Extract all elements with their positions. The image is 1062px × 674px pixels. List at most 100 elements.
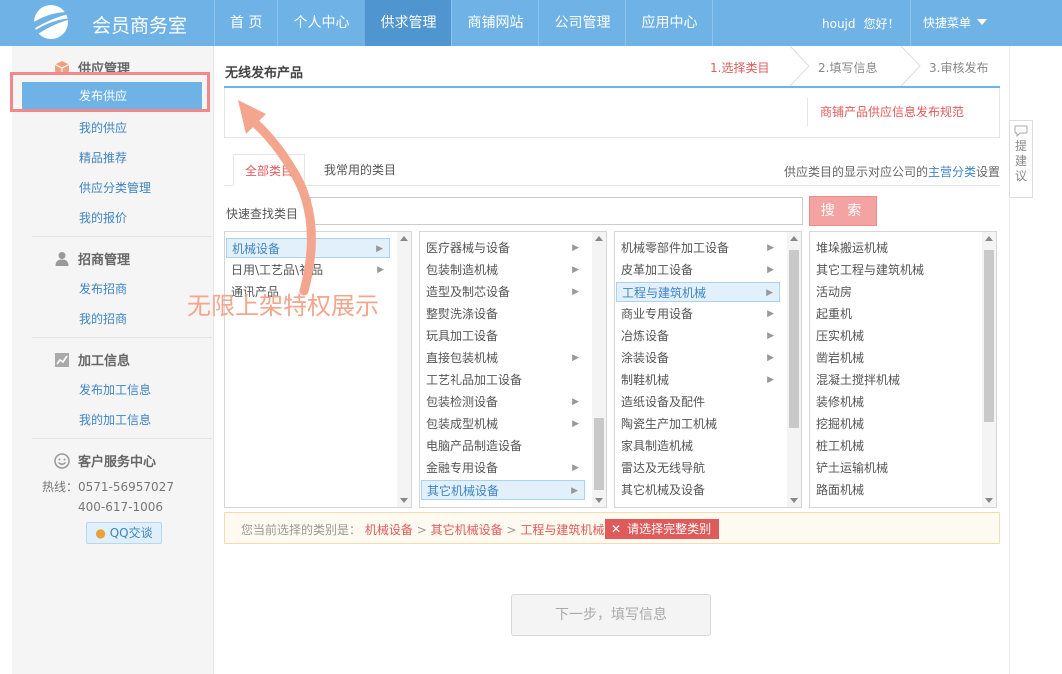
nav-app-center[interactable]: 应用中心 — [625, 0, 712, 46]
greeting-text: 您好！ — [863, 17, 900, 31]
list-item[interactable]: 压实机械 — [811, 326, 975, 346]
list-item[interactable]: 整熨洗涤设备 — [421, 304, 585, 324]
sidebar-item-my-quotes[interactable]: 我的报价 — [12, 209, 214, 226]
list-item[interactable]: 医疗器械与设备 ▶ — [421, 238, 585, 258]
scrollbar-thumb[interactable] — [594, 418, 604, 490]
nav-company-management[interactable]: 公司管理 — [538, 0, 625, 46]
list-item[interactable]: 其它机械设备 ▶ — [421, 480, 585, 500]
tab-all-categories[interactable]: 全部类目 — [233, 154, 305, 186]
suggest-label: 提建议 — [1015, 139, 1028, 183]
category-column-2[interactable]: 医疗器械与设备 ▶ 包装制造机械 ▶ 造型及制芯设备 ▶ 整熨洗涤设备 玩具加工设备 … — [419, 231, 607, 508]
scroll-up-icon[interactable] — [985, 236, 993, 241]
sidebar-item-publish-invest[interactable]: 发布招商 — [12, 280, 214, 297]
list-item[interactable]: 凿岩机械 — [811, 348, 975, 368]
list-item[interactable]: 日用\工艺品\礼品 ▶ — [226, 260, 390, 280]
sidebar-item-featured[interactable]: 精品推荐 — [12, 149, 214, 166]
list-item[interactable]: 包装检测设备 ▶ — [421, 392, 585, 412]
scrollbar-thumb[interactable] — [984, 250, 994, 422]
list-item[interactable]: 冶炼设备 ▶ — [616, 326, 780, 346]
sidebar-item-supply-category[interactable]: 供应分类管理 — [12, 179, 214, 196]
nav-home[interactable]: 首 页 — [214, 0, 277, 46]
list-item[interactable]: 造纸设备及配件 — [616, 392, 780, 412]
path-item[interactable]: 工程与建筑机械 — [520, 523, 604, 537]
user-greeting: houjd 您好！ — [822, 15, 900, 32]
list-item[interactable]: 工艺礼品加工设备 — [421, 370, 585, 390]
list-item[interactable]: 雷达及无线导航 — [616, 458, 780, 478]
scrollbar[interactable] — [592, 232, 606, 507]
chevron-right-icon: ▶ — [572, 353, 579, 363]
list-item-label: 金融专用设备 — [426, 461, 499, 475]
publish-rules-link[interactable]: 商铺产品供应信息发布规范 — [807, 98, 964, 126]
scroll-up-icon[interactable] — [790, 236, 798, 241]
sidebar-item-publish-process[interactable]: 发布加工信息 — [12, 381, 214, 398]
chevron-right-icon: ▶ — [572, 463, 579, 473]
category-column-3[interactable]: 机械零部件加工设备 ▶ 皮革加工设备 ▶ 工程与建筑机械 ▶ 商业专用设备 ▶ 冶炼设备… — [614, 231, 802, 508]
list-item[interactable]: 起重机 — [811, 304, 975, 324]
list-item[interactable]: 家具制造机械 — [616, 436, 780, 456]
step-review-publish: 3.审核发布 — [929, 61, 989, 75]
main-category-link[interactable]: 主营分类 — [928, 165, 976, 179]
suggest-button[interactable]: 提建议 — [1009, 120, 1033, 198]
scroll-up-icon[interactable] — [595, 236, 603, 241]
chevron-right-icon: ▶ — [376, 244, 383, 254]
scrollbar[interactable] — [982, 232, 996, 507]
list-item[interactable]: 铲土运输机械 — [811, 458, 975, 478]
list-item[interactable]: 包装成型机械 ▶ — [421, 414, 585, 434]
qq-chat-button[interactable]: ● QQ交谈 — [86, 522, 162, 544]
list-item[interactable]: 路面机械 — [811, 480, 975, 500]
sidebar-section-title: 客户服务中心 — [78, 455, 157, 470]
incomplete-category-warning: ✕ 请选择完整类别 — [605, 519, 720, 539]
scroll-up-icon[interactable] — [400, 236, 408, 241]
scroll-down-icon[interactable] — [985, 498, 993, 503]
list-item[interactable]: 直接包装机械 ▶ — [421, 348, 585, 368]
list-item[interactable]: 混凝土搅拌机械 — [811, 370, 975, 390]
scroll-down-icon[interactable] — [595, 498, 603, 503]
list-item[interactable]: 陶瓷生产加工机械 — [616, 414, 780, 434]
list-item[interactable]: 挖掘机械 — [811, 414, 975, 434]
category-column-4[interactable]: 堆垛搬运机械 其它工程与建筑机械 活动房 起重机 压实机械 凿岩机械 混凝土搅拌… — [809, 231, 997, 508]
annotation-text: 无限上架特权展示 — [187, 292, 379, 320]
list-item[interactable]: 包装制造机械 ▶ — [421, 260, 585, 280]
list-item[interactable]: 其它工程与建筑机械 — [811, 260, 975, 280]
list-item[interactable]: 商业专用设备 ▶ — [616, 304, 780, 324]
list-item[interactable]: 涂装设备 ▶ — [616, 348, 780, 368]
list-item[interactable]: 活动房 — [811, 282, 975, 302]
speech-bubble-icon — [1014, 125, 1028, 137]
list-item[interactable]: 制鞋机械 ▶ — [616, 370, 780, 390]
nav-supply-management[interactable]: 供求管理 — [364, 0, 452, 46]
next-step-button[interactable]: 下一步，填写信息 — [511, 594, 711, 636]
list-item[interactable]: 其它机械及设备 — [616, 480, 780, 500]
sidebar-item-my-supply[interactable]: 我的供应 — [12, 119, 214, 136]
category-column-1[interactable]: 机械设备 ▶ 日用\工艺品\礼品 ▶ 通讯产品 — [224, 231, 412, 508]
nav-personal-center[interactable]: 个人中心 — [277, 0, 364, 46]
list-item[interactable]: 桩工机械 — [811, 436, 975, 456]
scrollbar[interactable] — [397, 232, 411, 507]
list-item[interactable]: 装修机械 — [811, 392, 975, 412]
list-item[interactable]: 电脑产品制造设备 — [421, 436, 585, 456]
scrollbar-thumb[interactable] — [789, 250, 799, 428]
close-icon: ✕ — [611, 522, 622, 536]
list-item[interactable]: 机械零部件加工设备 ▶ — [616, 238, 780, 258]
sidebar-section-title: 供应管理 — [78, 62, 131, 77]
sidebar-item-publish-supply[interactable]: 发布供应 — [22, 82, 202, 110]
scrollbar[interactable] — [787, 232, 801, 507]
sidebar-item-my-process[interactable]: 我的加工信息 — [12, 411, 214, 428]
list-item[interactable]: 金融专用设备 ▶ — [421, 458, 585, 478]
list-item[interactable]: 堆垛搬运机械 — [811, 238, 975, 258]
list-item[interactable]: 机械设备 ▶ — [226, 238, 390, 258]
nav-shop-website[interactable]: 商铺网站 — [451, 0, 538, 46]
quick-menu[interactable]: 快捷菜单 — [910, 0, 1020, 46]
list-item[interactable]: 工程与建筑机械 ▶ — [616, 282, 780, 302]
list-item[interactable]: 皮革加工设备 ▶ — [616, 260, 780, 280]
tab-common-categories[interactable]: 我常用的类目 — [316, 154, 404, 186]
sidebar-item-my-invest[interactable]: 我的招商 — [12, 310, 214, 327]
path-item[interactable]: 其它机械设备 — [431, 523, 503, 537]
path-item[interactable]: 机械设备 — [365, 523, 413, 537]
scroll-down-icon[interactable] — [400, 498, 408, 503]
search-button[interactable]: 搜 索 — [809, 196, 877, 226]
category-search-input[interactable] — [310, 197, 803, 225]
list-item[interactable]: 玩具加工设备 — [421, 326, 585, 346]
list-item[interactable]: 造型及制芯设备 ▶ — [421, 282, 585, 302]
scroll-down-icon[interactable] — [790, 498, 798, 503]
username[interactable]: houjd — [822, 17, 856, 31]
